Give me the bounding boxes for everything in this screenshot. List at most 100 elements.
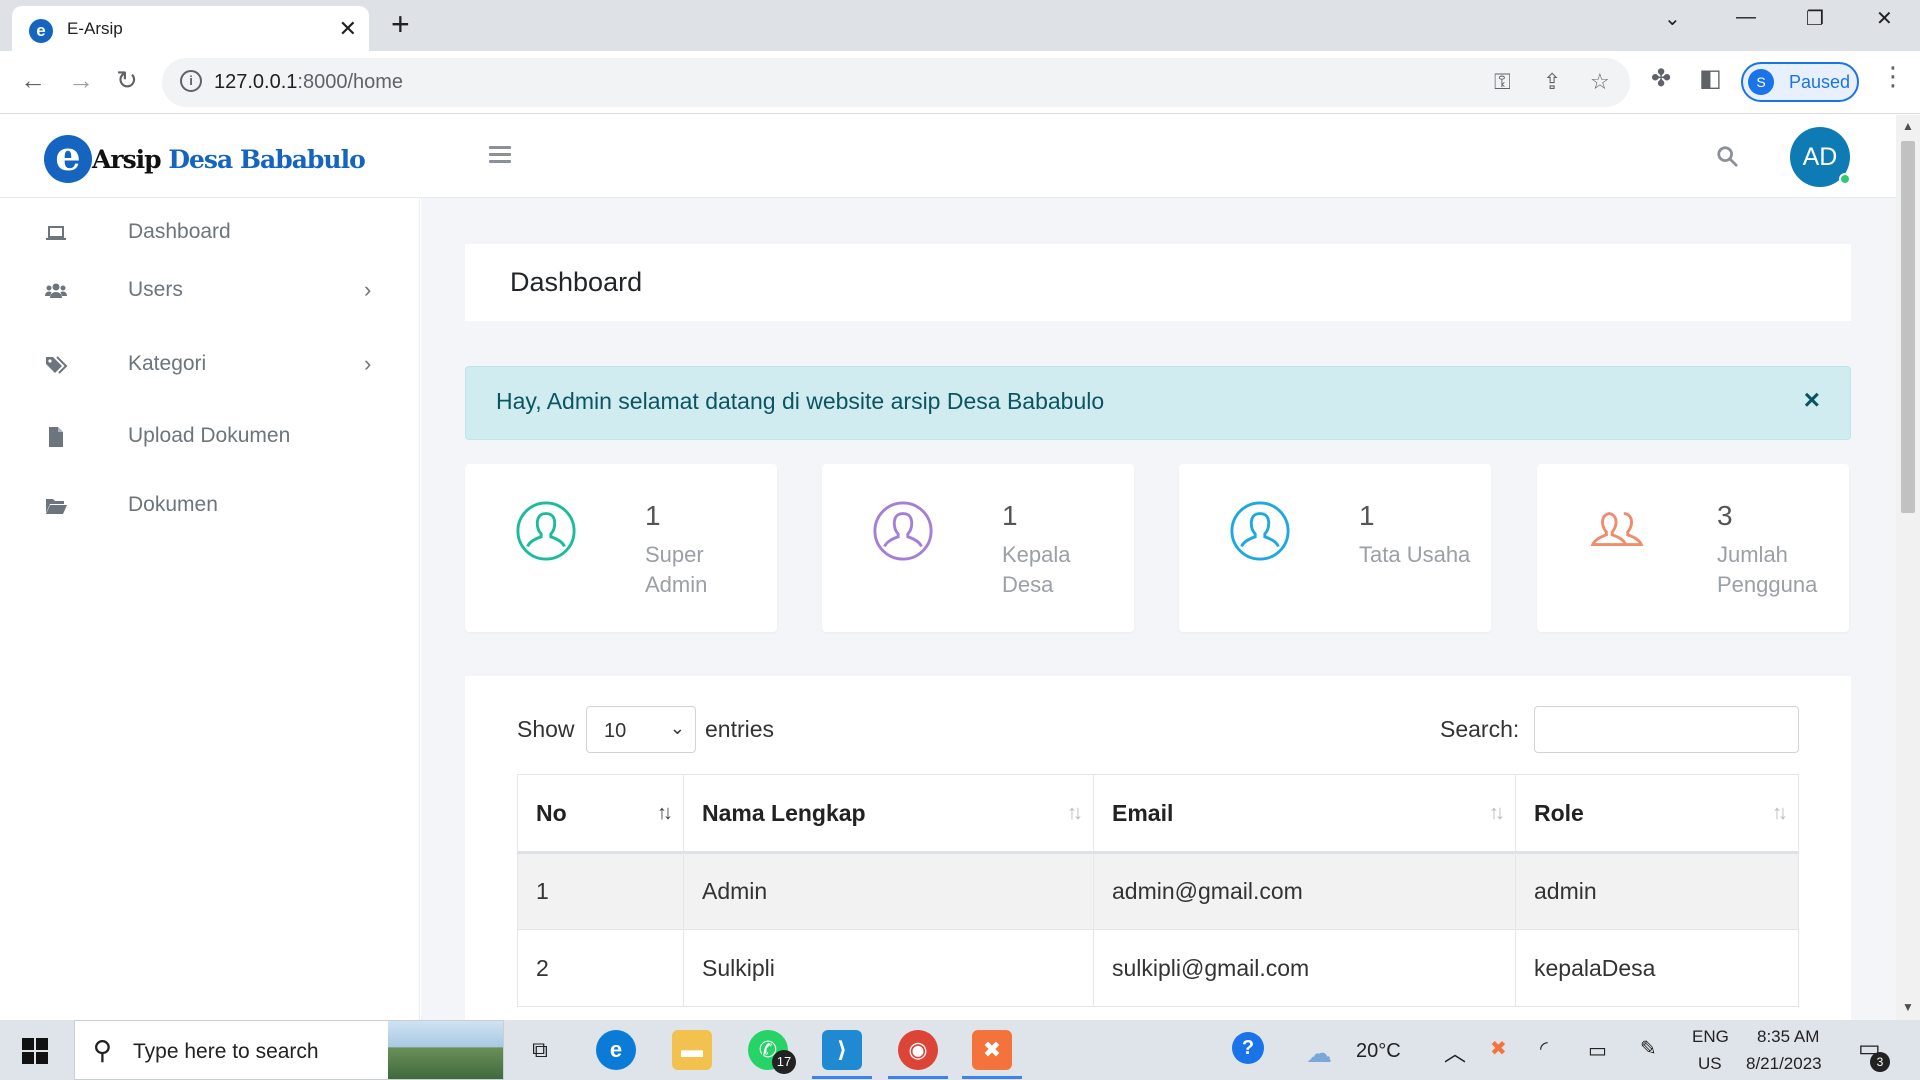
column-header-no[interactable]: No ↑↓ — [517, 774, 684, 854]
file-explorer-icon[interactable]: ▬ — [672, 1030, 712, 1070]
taskbar-search-placeholder: Type here to search — [133, 1040, 319, 1063]
search-icon[interactable] — [1716, 145, 1738, 167]
column-header-role[interactable]: Role ↑↓ — [1515, 774, 1799, 854]
column-header-label: Role — [1534, 799, 1584, 826]
table-search-input[interactable] — [1534, 706, 1799, 753]
back-icon[interactable]: ← — [20, 65, 46, 96]
task-view-icon[interactable]: ⧉ — [520, 1030, 560, 1070]
help-icon[interactable]: ? — [1232, 1032, 1264, 1064]
extensions-puzzle-icon[interactable]: ✤ — [1651, 64, 1671, 93]
folder-open-icon — [46, 499, 67, 514]
sort-icon: ↑↓ — [1489, 802, 1505, 824]
address-bar[interactable]: i 127.0.0.1:8000/home ⚿ ⇪ ☆ — [162, 58, 1630, 107]
bookmark-star-icon[interactable]: ☆ — [1590, 69, 1610, 95]
cell-no: 1 — [517, 852, 684, 930]
user-circle-icon — [873, 501, 933, 561]
menu-toggle-icon[interactable] — [489, 146, 511, 167]
windows-taskbar: ⚲ Type here to search ⧉ e ▬ ✆ 17 ⟩ ◉ ✖ ?… — [0, 1020, 1920, 1080]
password-key-icon[interactable]: ⚿ — [1494, 69, 1511, 95]
clock-time[interactable]: 8:35 AM — [1757, 1027, 1819, 1047]
chevron-right-icon: › — [364, 351, 372, 376]
stat-label: Tata Usaha — [1359, 542, 1471, 567]
window-close-icon[interactable]: ✕ — [1876, 6, 1893, 31]
sort-icon: ↑↓ — [1772, 802, 1788, 824]
cell-role: admin — [1515, 852, 1799, 930]
new-tab-icon[interactable]: + — [391, 6, 410, 43]
welcome-alert: Hay, Admin selamat datang di website ars… — [465, 366, 1851, 440]
page-size-select[interactable]: 10 ⌄ — [586, 706, 696, 753]
stat-card-jumlah-pengguna: 3 Jumlah Pengguna — [1537, 464, 1849, 632]
restore-icon[interactable]: ❐ — [1806, 6, 1824, 31]
sort-icon: ↑↓ — [1067, 802, 1083, 824]
browser-tabbar: e E-Arsip ✕ + ⌄ — ❐ ✕ — [0, 0, 1920, 51]
wifi-icon[interactable]: ◜ — [1540, 1036, 1548, 1061]
search-highlight-image — [388, 1021, 503, 1079]
stat-label: Kepala Desa — [1002, 542, 1071, 597]
alert-close-icon[interactable]: × — [1804, 384, 1820, 416]
sidebar-item-dokumen[interactable]: Dokumen — [0, 476, 420, 536]
show-label: Show — [517, 716, 575, 742]
scrollbar-thumb[interactable] — [1901, 141, 1915, 513]
url-host: 127.0.0.1 — [214, 71, 298, 93]
column-header-email[interactable]: Email ↑↓ — [1093, 774, 1516, 854]
vscode-icon[interactable]: ⟩ — [822, 1030, 862, 1070]
main-content: Dashboard Hay, Admin selamat datang di w… — [421, 198, 1896, 1020]
profile-button[interactable]: S Paused — [1741, 62, 1859, 102]
column-header-nama-lengkap[interactable]: Nama Lengkap ↑↓ — [683, 774, 1094, 854]
tab-search-chevron-icon[interactable]: ⌄ — [1664, 6, 1681, 31]
clock-date[interactable]: 8/21/2023 — [1746, 1054, 1822, 1074]
stat-value: 1 — [645, 500, 661, 531]
tab-close-icon[interactable]: ✕ — [339, 16, 357, 42]
edge-icon[interactable]: e — [596, 1030, 636, 1070]
online-status-dot — [1839, 173, 1851, 185]
users-icon — [45, 283, 67, 298]
xampp-icon[interactable]: ✖ — [972, 1030, 1012, 1070]
sidebar-item-label: Dashboard — [128, 220, 231, 243]
column-header-label: Nama Lengkap — [702, 799, 866, 826]
browser-tab[interactable]: e E-Arsip ✕ — [12, 6, 369, 51]
chrome-icon[interactable]: ◉ — [898, 1030, 938, 1070]
minimize-icon[interactable]: — — [1736, 6, 1756, 29]
file-icon — [49, 427, 63, 447]
cloud-icon[interactable]: ☁ — [1306, 1038, 1332, 1069]
sidebar-item-users[interactable]: Users › — [0, 261, 420, 321]
share-icon[interactable]: ⇪ — [1543, 69, 1561, 95]
app-header: e Arsip Desa Bababulo AD — [0, 115, 1896, 198]
sidebar-item-upload-dokumen[interactable]: Upload Dokumen — [0, 407, 420, 467]
cell-email: sulkipli@gmail.com — [1093, 929, 1516, 1007]
taskbar-search-box[interactable]: ⚲ Type here to search — [74, 1020, 504, 1080]
side-panel-icon[interactable]: ◧ — [1699, 64, 1722, 93]
sidebar-item-dashboard[interactable]: Dashboard — [0, 203, 420, 263]
tab-favicon-icon: e — [29, 19, 53, 43]
windows-start-icon[interactable] — [22, 1038, 48, 1064]
language-line2[interactable]: US — [1698, 1054, 1722, 1074]
search-label: Search: — [1440, 716, 1520, 742]
sort-icon: ↑↓ — [657, 802, 673, 824]
scroll-up-icon[interactable]: ▲ — [1902, 119, 1914, 133]
browser-menu-icon[interactable]: ⋮ — [1880, 61, 1906, 92]
sidebar-item-kategori[interactable]: Kategori › — [0, 335, 420, 395]
sidebar-item-label: Kategori — [128, 352, 207, 375]
url-path: :8000/home — [297, 71, 404, 93]
profile-avatar: S — [1748, 69, 1774, 95]
cell-nama: Sulkipli — [683, 929, 1094, 1007]
weather-temp[interactable]: 20°C — [1356, 1040, 1401, 1063]
scroll-down-icon[interactable]: ▼ — [1902, 1000, 1914, 1014]
browser-toolbar: ← → ↻ i 127.0.0.1:8000/home ⚿ ⇪ ☆ ✤ ◧ S … — [0, 51, 1920, 114]
tray-xampp-icon[interactable]: ✖ — [1490, 1036, 1507, 1061]
reload-icon[interactable]: ↻ — [116, 65, 138, 96]
forward-icon[interactable]: → — [68, 65, 94, 96]
page-scrollbar[interactable]: ▲ ▼ — [1896, 115, 1920, 1020]
language-line1[interactable]: ENG — [1692, 1027, 1729, 1047]
url-text[interactable]: 127.0.0.1:8000/home — [214, 71, 403, 94]
battery-icon[interactable]: ▭ — [1588, 1038, 1607, 1063]
chevron-right-icon: › — [364, 277, 372, 302]
logo-text-part1: Arsip — [92, 145, 162, 174]
sidebar-item-label: Dokumen — [128, 493, 218, 516]
tray-chevron-up-icon[interactable]: ︿ — [1444, 1036, 1466, 1068]
pen-icon[interactable]: ✎ — [1640, 1036, 1657, 1061]
logo-text: Arsip Desa Bababulo — [92, 145, 366, 174]
user-circle-icon — [516, 501, 576, 561]
stat-value: 1 — [1002, 500, 1018, 531]
site-info-icon[interactable]: i — [180, 70, 202, 92]
